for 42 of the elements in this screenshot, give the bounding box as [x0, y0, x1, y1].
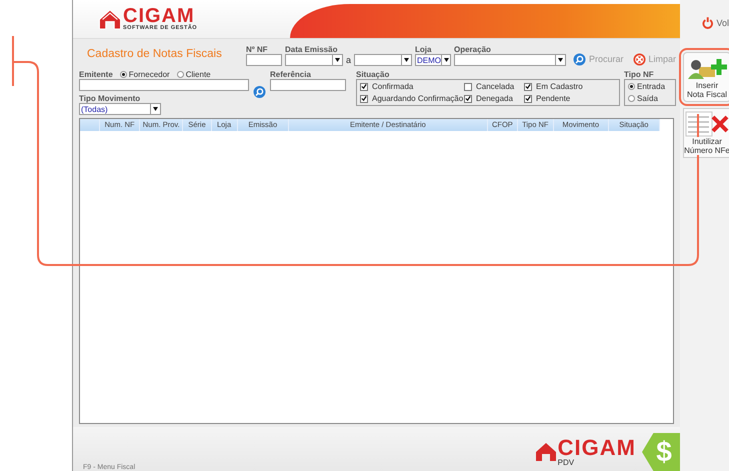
- form-title: Cadastro de Notas Fiscais: [87, 48, 223, 60]
- status-checkbox[interactable]: Pendente: [524, 94, 604, 103]
- dollar-badge: $: [642, 433, 680, 471]
- field-label: Loja: [415, 45, 432, 54]
- field-label: Emitente: [79, 70, 113, 79]
- field-label: Nº NF: [246, 45, 269, 54]
- check-icon: [465, 95, 471, 102]
- group-label: Situação: [356, 70, 390, 79]
- caret-icon: [404, 58, 409, 62]
- range-separator: a: [346, 55, 351, 65]
- status-checkbox[interactable]: Cancelada: [464, 82, 524, 91]
- status-checkbox[interactable]: Confirmada: [360, 82, 464, 91]
- field-label: Data Emissão: [284, 45, 338, 54]
- caret-icon: [444, 58, 448, 62]
- pdv-logo: CIGAM PDV: [536, 437, 636, 467]
- status-checkbox[interactable]: Aguardando Confirmação: [360, 94, 464, 103]
- movement-type-dropdown[interactable]: (Todas): [79, 103, 161, 115]
- nf-number-field[interactable]: [246, 54, 282, 66]
- store-dropdown[interactable]: DEMO: [415, 54, 451, 66]
- operation-dropdown[interactable]: [454, 54, 566, 66]
- search-icon[interactable]: [253, 85, 266, 99]
- caret-icon: [558, 58, 563, 62]
- issuer-field[interactable]: [79, 79, 249, 91]
- caret-icon: [334, 58, 340, 62]
- back-button[interactable]: Vol: [680, 16, 729, 30]
- issuer-radio[interactable]: Fornecedor: [120, 70, 170, 79]
- status-checkbox[interactable]: Em Cadastro: [524, 82, 604, 91]
- reference-field[interactable]: [270, 79, 346, 91]
- field-label: Tipo Movimento: [79, 94, 142, 103]
- field-label: Operação: [454, 45, 492, 54]
- date-dropdown[interactable]: [284, 54, 343, 66]
- search-icon: [573, 52, 586, 66]
- group-label: Tipo NF: [624, 70, 655, 79]
- clear-icon: [632, 52, 646, 66]
- date-dropdown[interactable]: [354, 54, 412, 66]
- nf-type-radio[interactable]: Saída: [628, 94, 672, 103]
- field-label: Referência: [270, 70, 312, 79]
- document-x-icon: [685, 111, 729, 137]
- issuer-radio[interactable]: Cliente: [176, 70, 211, 79]
- nf-type-radio[interactable]: Entrada: [628, 82, 672, 91]
- caret-icon: [153, 107, 158, 111]
- status-checkbox[interactable]: Denegada: [464, 94, 524, 103]
